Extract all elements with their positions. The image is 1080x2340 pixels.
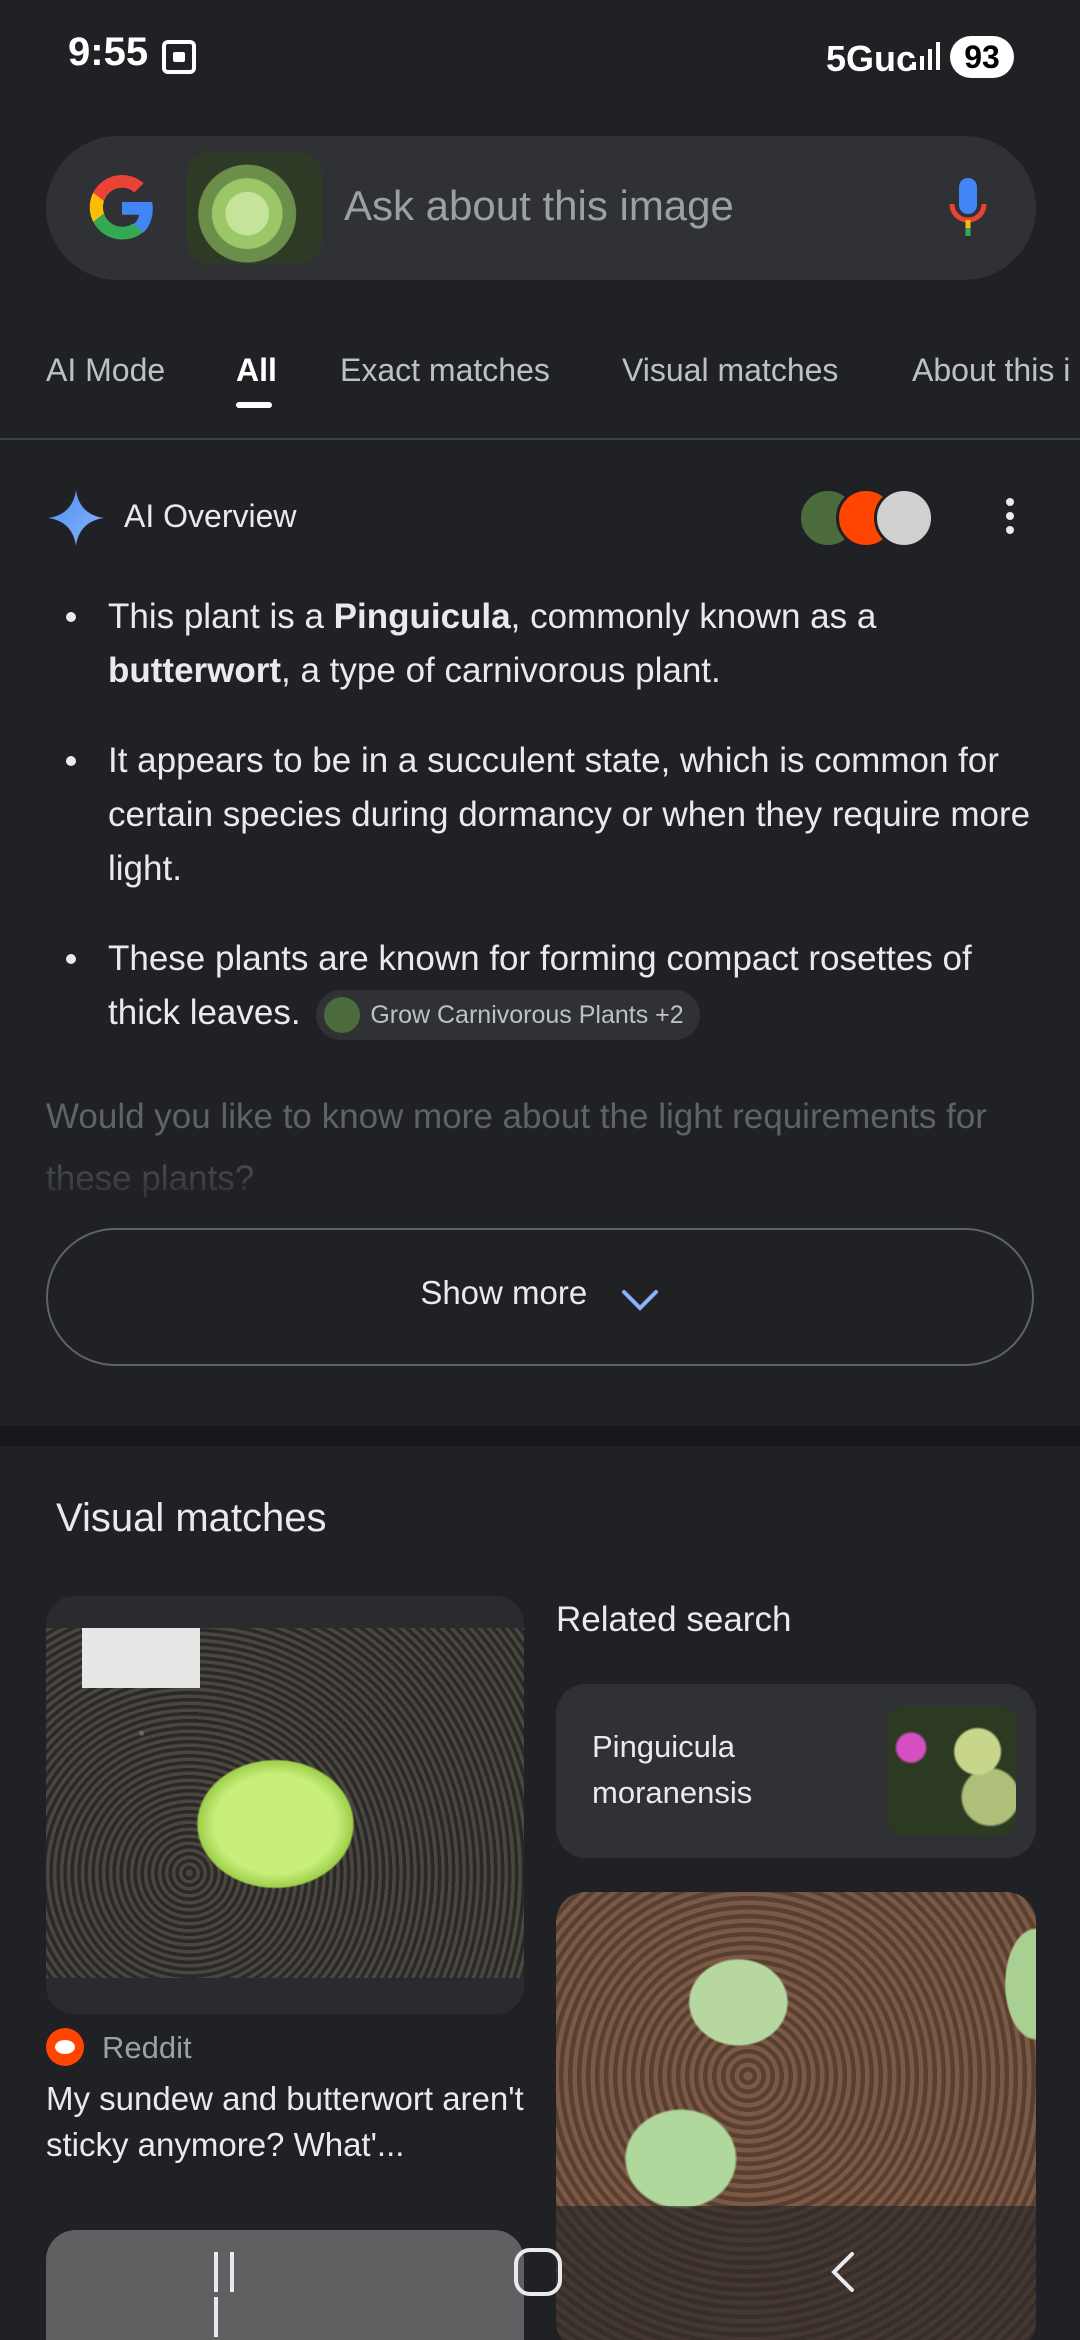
ai-sparkle-icon xyxy=(48,490,104,546)
google-logo-icon xyxy=(89,175,153,240)
source-avatars[interactable] xyxy=(798,488,938,548)
search-tabs: AI Mode All Exact matches Visual matches… xyxy=(0,330,1080,440)
back-icon[interactable] xyxy=(822,2250,866,2294)
tab-exact-matches[interactable]: Exact matches xyxy=(340,352,550,389)
tab-all[interactable]: All xyxy=(236,352,277,389)
fade-overlay xyxy=(0,1160,1080,1220)
visual-match-image[interactable] xyxy=(46,1628,524,1978)
grow-carnivorous-plants-icon xyxy=(324,996,361,1033)
list-item: This plant is a Pinguicula, commonly kno… xyxy=(60,590,1040,698)
related-search-card[interactable]: Pinguicula moranensis xyxy=(556,1684,1036,1858)
list-item: It appears to be in a succulent state, w… xyxy=(60,734,1040,896)
visual-match-card[interactable] xyxy=(46,1596,524,2014)
chevron-down-icon xyxy=(621,1289,658,1311)
home-icon[interactable] xyxy=(514,2248,562,2296)
tab-ai-mode[interactable]: AI Mode xyxy=(46,352,165,389)
related-search-title: Related search xyxy=(556,1600,792,1639)
source-avatar-generic-icon xyxy=(874,488,934,548)
tab-about-this-image[interactable]: About this i xyxy=(912,352,1070,389)
status-bar: 9:55 5Guc 93 xyxy=(0,0,1080,118)
ai-overview-title: AI Overview xyxy=(124,498,297,534)
network-label: 5Guc xyxy=(826,38,917,79)
screenshot-icon xyxy=(162,40,196,74)
tab-visual-matches[interactable]: Visual matches xyxy=(622,352,838,389)
ai-overview-header: AI Overview xyxy=(0,480,1080,560)
search-image-thumbnail[interactable] xyxy=(186,152,322,264)
status-time: 9:55 xyxy=(68,30,149,74)
show-more-label: Show more xyxy=(420,1274,588,1311)
source-chip[interactable]: Grow Carnivorous Plants +2 xyxy=(316,989,700,1040)
search-bar[interactable]: Ask about this image xyxy=(46,136,1036,280)
reddit-icon xyxy=(46,2028,84,2066)
section-divider xyxy=(0,1426,1080,1446)
related-search-thumbnail xyxy=(888,1706,1016,1836)
related-search-label: Pinguicula moranensis xyxy=(592,1729,753,1810)
mic-icon[interactable] xyxy=(946,176,990,240)
recent-apps-icon[interactable] xyxy=(214,2252,258,2337)
show-more-button[interactable]: Show more xyxy=(46,1228,1034,1366)
active-tab-indicator xyxy=(236,402,272,408)
system-nav-bar xyxy=(0,2206,1080,2340)
list-item: These plants are known for forming compa… xyxy=(60,932,1040,1040)
source-label: Reddit xyxy=(102,2030,192,2065)
more-options-icon[interactable] xyxy=(998,498,1022,542)
search-input[interactable]: Ask about this image xyxy=(344,182,734,230)
battery-badge: 93 xyxy=(950,36,1014,78)
visual-matches-title: Visual matches xyxy=(56,1496,327,1540)
visual-match-caption[interactable]: My sundew and butterwort aren't sticky a… xyxy=(46,2076,524,2168)
signal-icon xyxy=(912,42,940,70)
ai-overview-list: This plant is a Pinguicula, commonly kno… xyxy=(60,590,1040,1076)
